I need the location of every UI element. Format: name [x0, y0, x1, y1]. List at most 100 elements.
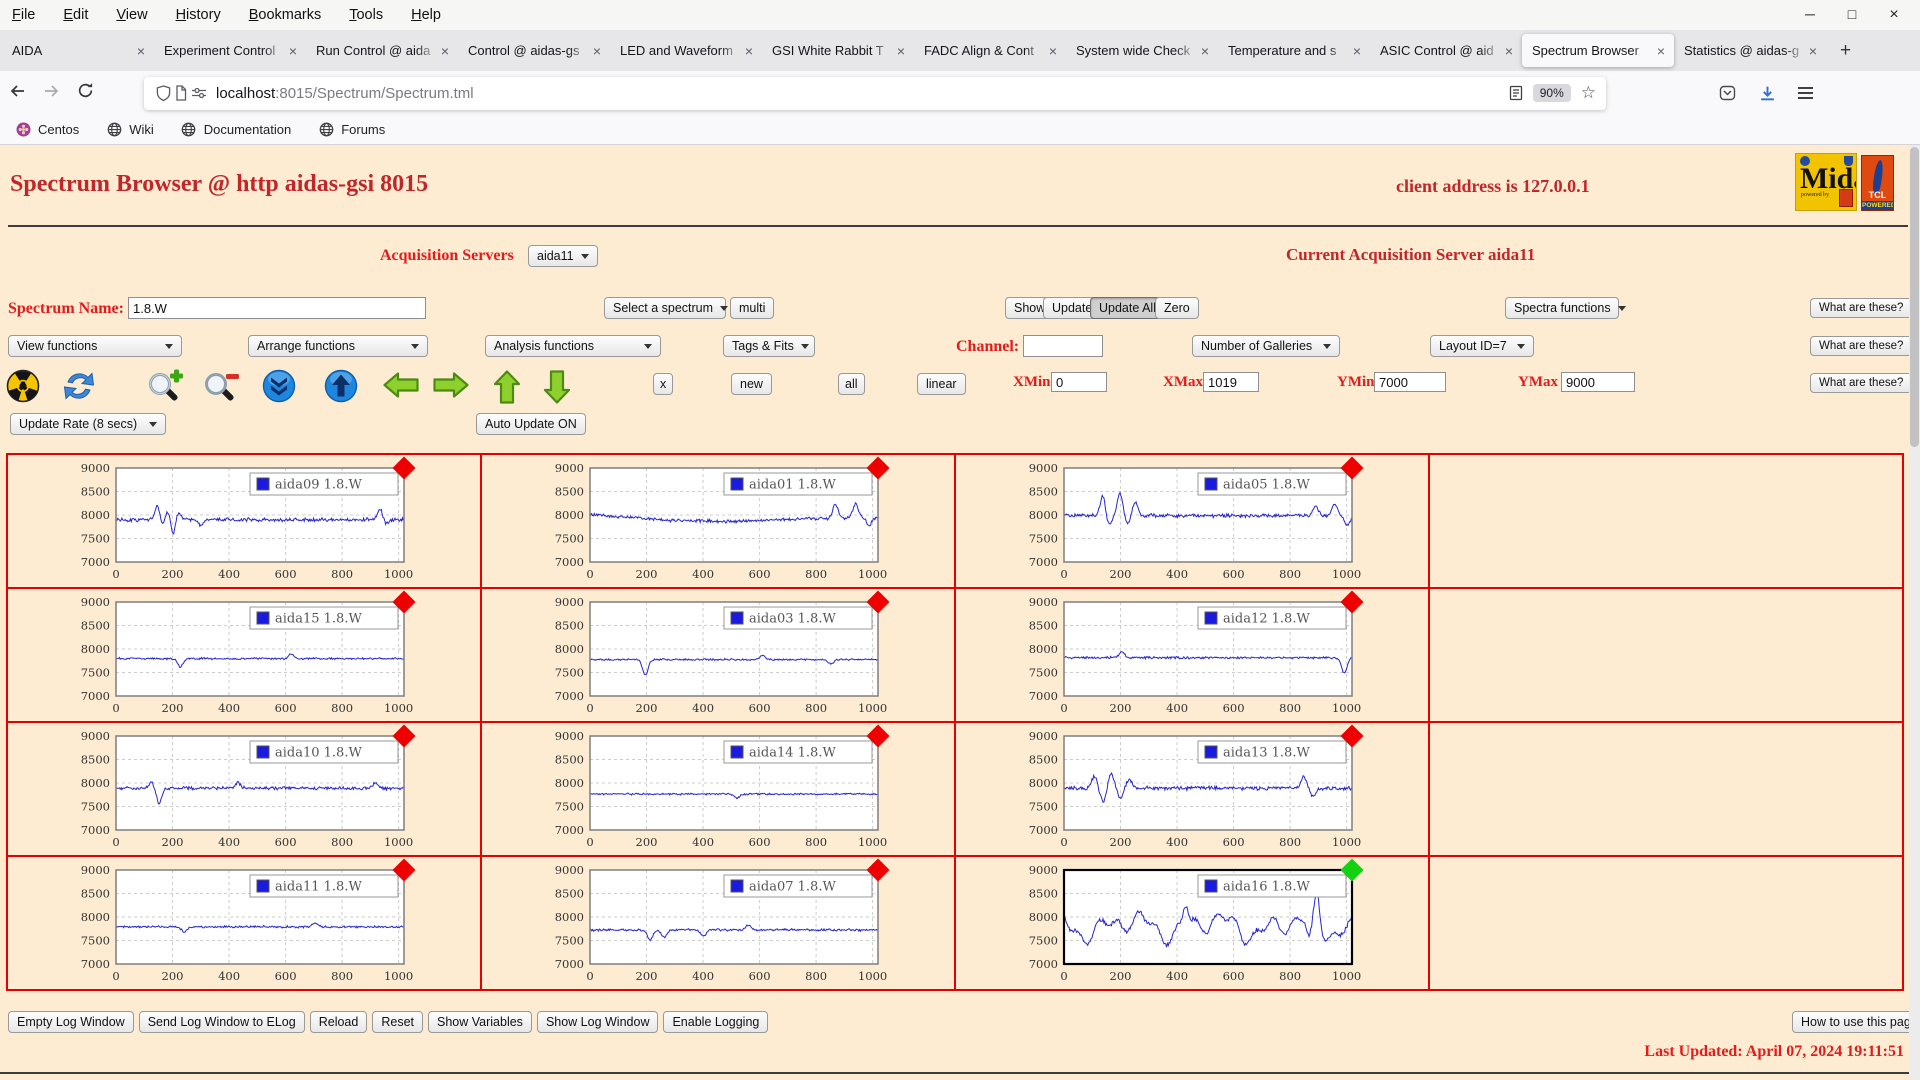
close-button[interactable]: × — [1886, 6, 1902, 24]
spectrum-plot-aida01[interactable]: 9000 8500 8000 7500 70000 200 400 600 800 1000 aid… — [536, 456, 961, 588]
zoom-in-icon[interactable] — [146, 369, 184, 410]
tab-asic-control-aid[interactable]: ASIC Control @ aid × — [1370, 34, 1522, 67]
tab-close-icon[interactable]: × — [134, 43, 148, 59]
tab-close-icon[interactable]: × — [1502, 43, 1516, 59]
spectrum-plot-aida16[interactable]: 9000 8500 8000 7500 70000 200 400 600 800 1000 aid… — [1010, 858, 1435, 990]
page-info-icon[interactable] — [172, 84, 190, 102]
acquisition-server-select[interactable]: aida11 — [528, 245, 598, 267]
show-variables-button[interactable]: Show Variables — [428, 1011, 532, 1033]
spectrum-cell-aida03[interactable]: 9000 8500 8000 7500 7000 0 200 400 600 800 1000 aid… — [482, 589, 956, 723]
tab-led-and-waveform[interactable]: LED and Waveform × — [610, 34, 762, 67]
zero-button[interactable]: Zero — [1155, 297, 1199, 319]
menu-help[interactable]: Help — [411, 7, 441, 23]
tab-close-icon[interactable]: × — [286, 43, 300, 59]
tab-statistics-aidas-g[interactable]: Statistics @ aidas-g × — [1674, 34, 1826, 67]
spectrum-cell-aida07[interactable]: 9000 8500 8000 7500 7000 0 200 400 600 800 1000 aid… — [482, 857, 956, 991]
menu-bookmarks[interactable]: Bookmarks — [249, 7, 322, 23]
auto-update-button[interactable]: Auto Update ON — [476, 413, 586, 435]
enable-logging-button[interactable]: Enable Logging — [663, 1011, 769, 1033]
spectrum-cell-aida12[interactable]: 9000 8500 8000 7500 7000 0 200 400 600 800 1000 aid… — [956, 589, 1430, 723]
tab-experiment-control[interactable]: Experiment Control × — [154, 34, 306, 67]
all-button[interactable]: all — [838, 373, 865, 395]
permissions-tune-icon[interactable] — [190, 84, 208, 102]
bookmark-centos[interactable]: Centos — [14, 121, 79, 139]
menu-history[interactable]: History — [176, 7, 221, 23]
bookmark-wiki[interactable]: Wiki — [105, 121, 154, 139]
channel-input[interactable] — [1023, 335, 1103, 357]
reset-button[interactable]: Reset — [372, 1011, 423, 1033]
spectrum-plot-aida05[interactable]: 9000 8500 8000 7500 70000 200 400 600 800 1000 aid… — [1010, 456, 1435, 588]
layout-id-select[interactable]: Layout ID=7 — [1430, 335, 1534, 357]
tab-system-wide-check[interactable]: System wide Check × — [1066, 34, 1218, 67]
bookmark-forums[interactable]: Forums — [317, 121, 385, 139]
spectrum-cell-aida05[interactable]: 9000 8500 8000 7500 7000 0 200 400 600 800 1000 aid… — [956, 455, 1430, 589]
tab-close-icon[interactable]: × — [1654, 43, 1668, 59]
tab-close-icon[interactable]: × — [590, 43, 604, 59]
tab-temperature-and-s[interactable]: Temperature and s × — [1218, 34, 1370, 67]
spectrum-plot-aida11[interactable]: 9000 8500 8000 7500 70000 200 400 600 800 1000 aid… — [62, 858, 487, 990]
menu-file[interactable]: File — [12, 7, 35, 23]
minimize-button[interactable]: ─ — [1802, 6, 1818, 24]
spectrum-plot-aida12[interactable]: 9000 8500 8000 7500 70000 200 400 600 800 1000 aid… — [1010, 590, 1435, 722]
bookmark-star-icon[interactable]: ☆ — [1581, 83, 1596, 103]
send-log-window-to-elog-button[interactable]: Send Log Window to ELog — [138, 1011, 305, 1033]
back-button[interactable] — [0, 83, 34, 104]
spectrum-cell-aida16[interactable]: 9000 8500 8000 7500 7000 0 200 400 600 800 1000 aid… — [956, 857, 1430, 991]
update-all-button[interactable]: Update All — [1090, 297, 1165, 319]
spectrum-cell-aida14[interactable]: 9000 8500 8000 7500 7000 0 200 400 600 800 1000 aid… — [482, 723, 956, 857]
ymax-input[interactable] — [1561, 372, 1635, 392]
linear-button[interactable]: linear — [917, 373, 966, 395]
update-rate-select[interactable]: Update Rate (8 secs) — [10, 413, 166, 435]
arrow-up-icon[interactable] — [492, 369, 522, 410]
xmax-input[interactable] — [1203, 372, 1259, 392]
spectrum-plot-aida13[interactable]: 9000 8500 8000 7500 70000 200 400 600 800 1000 aid… — [1010, 724, 1435, 856]
spectrum-plot-aida09[interactable]: 9000 8500 8000 7500 70000 200 400 600 800 1000 aid… — [62, 456, 487, 588]
tab-gsi-white-rabbit-t[interactable]: GSI White Rabbit T × — [762, 34, 914, 67]
spectrum-cell-aida09[interactable]: 9000 8500 8000 7500 7000 0 200 400 600 800 1000 aid… — [8, 455, 482, 589]
spectra-functions-select[interactable]: Spectra functions — [1505, 297, 1626, 319]
new-tab-button[interactable]: + — [1826, 40, 1865, 62]
expand-y-icon[interactable] — [324, 369, 358, 408]
tab-close-icon[interactable]: × — [1046, 43, 1060, 59]
menu-view[interactable]: View — [116, 7, 147, 23]
spectrum-cell-aida01[interactable]: 9000 8500 8000 7500 7000 0 200 400 600 800 1000 aid… — [482, 455, 956, 589]
spectrum-plot-aida03[interactable]: 9000 8500 8000 7500 70000 200 400 600 800 1000 aid… — [536, 590, 961, 722]
app-menu-icon[interactable] — [1798, 87, 1813, 99]
zoom-out-icon[interactable] — [202, 369, 240, 410]
new-button[interactable]: new — [731, 373, 772, 395]
url-bar[interactable]: localhost:8015/Spectrum/Spectrum.tml 90%… — [144, 76, 1606, 110]
maximize-button[interactable]: □ — [1844, 6, 1860, 24]
tab-close-icon[interactable]: × — [1198, 43, 1212, 59]
bookmark-documentation[interactable]: Documentation — [180, 121, 291, 139]
x-axis-button[interactable]: x — [653, 373, 674, 395]
ymin-input[interactable] — [1374, 372, 1446, 392]
reload-button[interactable]: Reload — [309, 1011, 368, 1033]
tab-close-icon[interactable]: × — [1350, 43, 1364, 59]
tab-close-icon[interactable]: × — [438, 43, 452, 59]
view-functions-select[interactable]: View functions — [8, 335, 182, 357]
arrow-down-icon[interactable] — [542, 369, 572, 410]
arrow-left-icon[interactable] — [382, 369, 420, 406]
arrow-right-icon[interactable] — [432, 369, 470, 406]
multi-button[interactable]: multi — [730, 297, 775, 319]
refresh-icon[interactable] — [62, 369, 96, 408]
compress-y-icon[interactable] — [262, 369, 296, 408]
radiation-icon[interactable] — [6, 369, 40, 408]
empty-log-window-button[interactable]: Empty Log Window — [8, 1011, 134, 1033]
scrollbar-thumb[interactable] — [1910, 147, 1919, 447]
spectrum-cell-aida15[interactable]: 9000 8500 8000 7500 7000 0 200 400 600 800 1000 aid… — [8, 589, 482, 723]
reload-button[interactable] — [68, 82, 102, 104]
arrange-functions-select[interactable]: Arrange functions — [248, 335, 428, 357]
xmin-input[interactable] — [1051, 372, 1107, 392]
what-are-these-button-2[interactable]: What are these? — [1810, 336, 1913, 356]
spectrum-cell-aida10[interactable]: 9000 8500 8000 7500 7000 0 200 400 600 800 1000 aid… — [8, 723, 482, 857]
tab-spectrum-browser[interactable]: Spectrum Browser × — [1522, 34, 1674, 67]
tab-fadc-align-cont[interactable]: FADC Align & Cont × — [914, 34, 1066, 67]
forward-button[interactable] — [34, 83, 68, 104]
show-log-window-button[interactable]: Show Log Window — [536, 1011, 659, 1033]
shield-icon[interactable] — [154, 84, 172, 102]
tab-close-icon[interactable]: × — [1806, 43, 1820, 59]
what-are-these-button-3[interactable]: What are these? — [1810, 373, 1913, 393]
tags-fits-select[interactable]: Tags & Fits — [723, 335, 815, 357]
spectrum-name-input[interactable] — [128, 297, 426, 319]
